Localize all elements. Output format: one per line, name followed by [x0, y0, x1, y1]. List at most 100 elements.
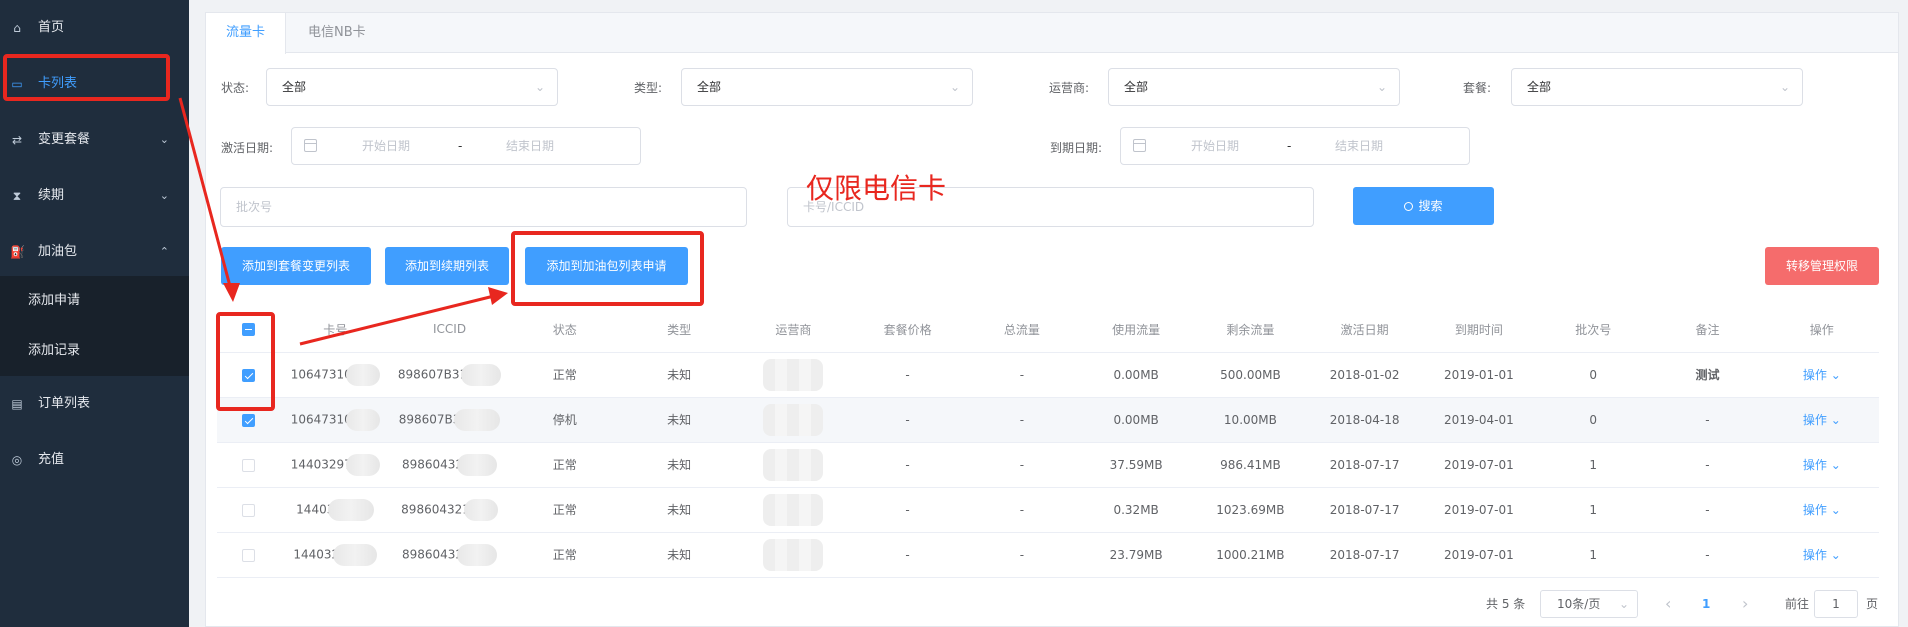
col-header: 使用流量 — [1079, 307, 1194, 353]
chevron-down-icon: ⌄ — [1618, 597, 1629, 611]
sidebar-item-renew[interactable]: ⧗ 续期 ⌄ — [0, 168, 189, 224]
expire-date-range[interactable]: 开始日期 - 结束日期 — [1120, 127, 1470, 165]
operation-dropdown[interactable]: 操作 ⌄ — [1803, 458, 1841, 472]
card-number: 10647310 — [290, 367, 352, 381]
activate-date-range[interactable]: 开始日期 - 结束日期 — [291, 127, 641, 165]
expire-date-cell: 2019-07-01 — [1421, 442, 1537, 488]
carrier-label: 运营商: — [1049, 81, 1090, 95]
search-button[interactable]: 搜索 — [1353, 187, 1494, 225]
row-select-cell — [217, 487, 280, 533]
chevron-down-icon: ⌄ — [1830, 548, 1841, 562]
operation-dropdown[interactable]: 操作 ⌄ — [1803, 548, 1841, 562]
add-to-plan-change-button[interactable]: 添加到套餐变更列表 — [221, 247, 371, 285]
operation-cell: 操作 ⌄ — [1764, 442, 1879, 488]
page-number-current[interactable]: 1 — [1702, 590, 1710, 618]
iccid-cell: 898604321 — [391, 487, 508, 533]
iccid-cell: 898607B31 — [391, 352, 508, 398]
sidebar-item-home[interactable]: ⌂ 首页 — [0, 0, 189, 56]
add-to-renew-button[interactable]: 添加到续期列表 — [385, 247, 509, 285]
operation-label: 操作 — [1802, 548, 1827, 562]
plan-select[interactable]: 全部 ⌄ — [1511, 68, 1803, 106]
operation-dropdown[interactable]: 操作 ⌄ — [1803, 413, 1841, 427]
table-row: 14403297 89860432 正常 未知 - - 37.59MB 986.… — [217, 442, 1879, 488]
type-select[interactable]: 全部 ⌄ — [681, 68, 973, 106]
sidebar-item-orders[interactable]: ▤ 订单列表 — [0, 376, 189, 432]
activate-end-date[interactable]: 结束日期 — [506, 128, 554, 164]
note-cell: - — [1650, 532, 1765, 578]
iccid-cell: 89860432 — [391, 442, 508, 488]
redaction-blur — [463, 498, 498, 521]
expire-date-cell: 2019-04-01 — [1421, 397, 1537, 443]
card-table: 卡号 ICCID 状态 类型 运营商 套餐价格 总流量 使用流量 剩余流量 激活… — [217, 307, 1879, 578]
operation-label: 操作 — [1802, 458, 1827, 472]
sidebar-item-fuel-pack[interactable]: ⛽ 加油包 ⌃ — [0, 224, 189, 280]
expire-start-date[interactable]: 开始日期 — [1191, 128, 1239, 164]
total-traffic-cell: - — [964, 352, 1079, 398]
annotation-box-fuel-button — [511, 231, 704, 306]
tab-telecom-nb-card[interactable]: 电信NB卡 — [288, 13, 386, 53]
batch-number-input[interactable]: 批次号 — [220, 187, 747, 227]
chevron-up-icon: ⌃ — [159, 245, 169, 258]
row-checkbox[interactable] — [241, 413, 255, 427]
batch-cell: 1 — [1536, 487, 1651, 533]
carrier-cell — [736, 352, 851, 398]
operation-dropdown[interactable]: 操作 ⌄ — [1803, 368, 1841, 382]
hourglass-icon: ⧗ — [12, 189, 22, 203]
goto-page-input[interactable]: 1 — [1814, 590, 1858, 618]
iccid: 89860432 — [402, 547, 464, 561]
home-icon: ⌂ — [13, 21, 21, 35]
recharge-icon: ◎ — [11, 453, 23, 467]
table-row: 14403 898604321 正常 未知 - - 0.32MB 1023.69… — [217, 487, 1879, 533]
transfer-permission-button[interactable]: 转移管理权限 — [1765, 247, 1879, 285]
next-page-button[interactable]: › — [1742, 590, 1748, 618]
remaining-traffic-cell: 10.00MB — [1193, 397, 1308, 443]
annotation-box-card-list — [3, 54, 170, 101]
row-checkbox[interactable] — [241, 503, 255, 517]
type-cell: 未知 — [621, 397, 737, 443]
used-traffic-cell: 0.00MB — [1079, 397, 1194, 443]
col-header: 套餐价格 — [850, 307, 965, 353]
carrier-cell — [736, 532, 851, 578]
redaction-blur — [345, 453, 380, 476]
card-number-cell: 144032 — [279, 532, 392, 578]
pagination-total: 共 5 条 — [1486, 597, 1526, 611]
chevron-down-icon: ⌄ — [159, 189, 169, 202]
row-checkbox[interactable] — [241, 458, 255, 472]
expire-end-date[interactable]: 结束日期 — [1335, 128, 1383, 164]
note-cell: 测试 — [1650, 352, 1765, 398]
expire-date-cell: 2019-01-01 — [1421, 352, 1537, 398]
row-select-cell — [217, 532, 280, 578]
prev-page-button[interactable]: ‹ — [1665, 590, 1671, 618]
remaining-traffic-cell: 1023.69MB — [1193, 487, 1308, 533]
sidebar-item-recharge[interactable]: ◎ 充值 — [0, 432, 189, 488]
range-separator: - — [458, 139, 463, 153]
row-checkbox[interactable] — [241, 548, 255, 562]
card-number-cell: 10647310 — [279, 397, 392, 443]
page-size-select[interactable]: 10条/页 ⌄ — [1540, 590, 1638, 618]
col-header: 剩余流量 — [1193, 307, 1308, 353]
batch-cell: 1 — [1536, 442, 1651, 488]
iccid: 898607B3 — [398, 412, 461, 426]
chevron-down-icon: ⌄ — [1830, 368, 1841, 382]
carrier-select[interactable]: 全部 ⌄ — [1108, 68, 1400, 106]
tab-traffic-card[interactable]: 流量卡 — [206, 13, 287, 54]
chevron-down-icon: ⌄ — [1830, 413, 1841, 427]
sidebar-item-label: 充值 — [38, 452, 65, 467]
redaction-blur — [454, 408, 501, 431]
activated-date-cell: 2018-01-02 — [1307, 352, 1422, 398]
activate-start-date[interactable]: 开始日期 — [362, 128, 410, 164]
operation-cell: 操作 ⌄ — [1764, 532, 1879, 578]
card-number-cell: 14403297 — [279, 442, 392, 488]
sidebar-subitem-add-request[interactable]: 添加申请 — [0, 276, 189, 326]
sidebar-item-change-plan[interactable]: ⇄ 变更套餐 ⌄ — [0, 112, 189, 168]
status-cell: 停机 — [507, 397, 622, 443]
sidebar-subitem-add-record[interactable]: 添加记录 — [0, 326, 189, 376]
total-traffic-cell: - — [964, 487, 1079, 533]
page-size-value: 10条/页 — [1557, 597, 1601, 611]
redaction-blur — [461, 363, 502, 386]
status-select[interactable]: 全部 ⌄ — [266, 68, 558, 106]
operation-cell: 操作 ⌄ — [1764, 352, 1879, 398]
iccid-cell: 898607B3 — [391, 397, 508, 443]
operation-dropdown[interactable]: 操作 ⌄ — [1803, 503, 1841, 517]
activate-date-label: 激活日期: — [221, 141, 274, 155]
